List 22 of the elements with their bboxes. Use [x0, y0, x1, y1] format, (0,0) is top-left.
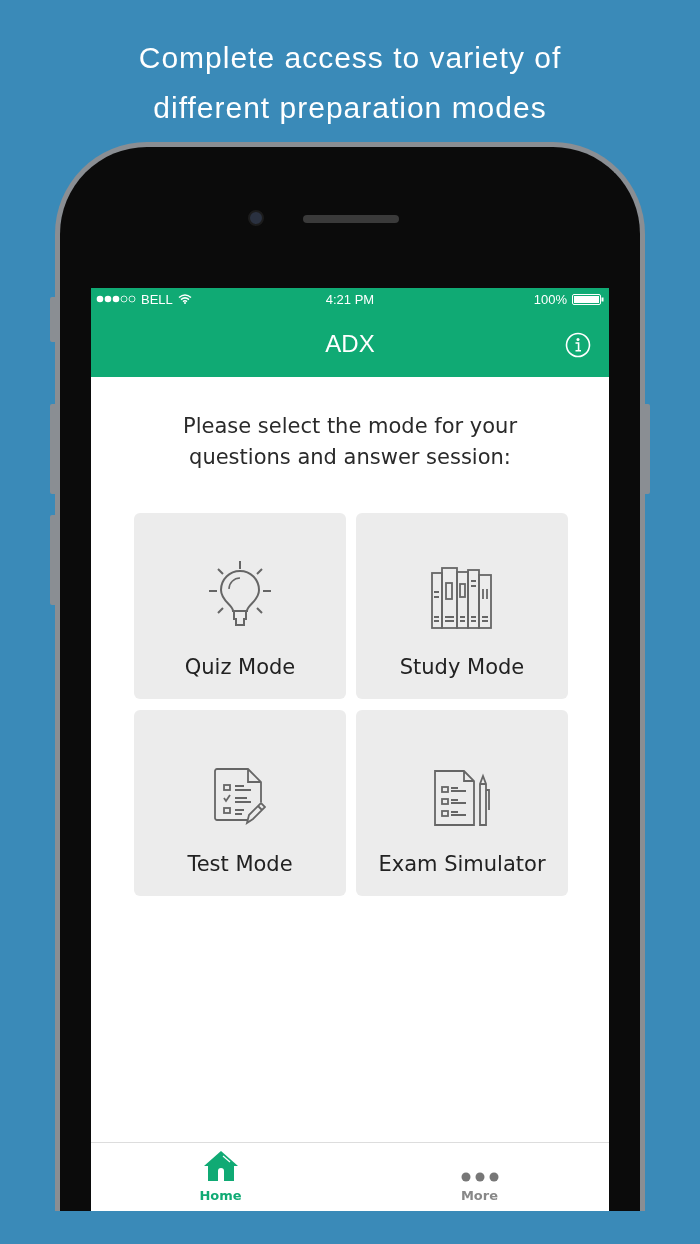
more-icon	[460, 1172, 499, 1182]
headline: Complete access to variety of different preparation modes	[137, 40, 563, 126]
wifi-icon	[177, 294, 192, 304]
checklist-pencil-icon	[214, 768, 266, 826]
lightbulb-icon	[207, 559, 273, 629]
battery-icon	[572, 293, 604, 305]
camera-icon	[248, 210, 264, 226]
books-icon	[431, 567, 493, 629]
signal-icon	[96, 295, 136, 303]
tab-bar-item[interactable]: More	[350, 1143, 609, 1211]
status-time: 4:21 PM	[325, 291, 375, 307]
mode-card[interactable]: Exam Simulator	[356, 710, 568, 896]
document-pen-icon	[434, 770, 490, 826]
mode-card[interactable]: Study Mode	[356, 513, 568, 699]
mode-card[interactable]: Test Mode	[134, 710, 346, 896]
home-icon	[202, 1150, 239, 1182]
battery-percent: 100%	[533, 291, 567, 307]
nav-title: ADX	[325, 329, 375, 358]
prompt-text: Please select the mode for your questions and answer session:	[182, 413, 518, 471]
mode-card[interactable]: Quiz Mode	[134, 513, 346, 699]
carrier-name: BELL	[141, 291, 173, 307]
info-icon[interactable]	[565, 332, 591, 358]
